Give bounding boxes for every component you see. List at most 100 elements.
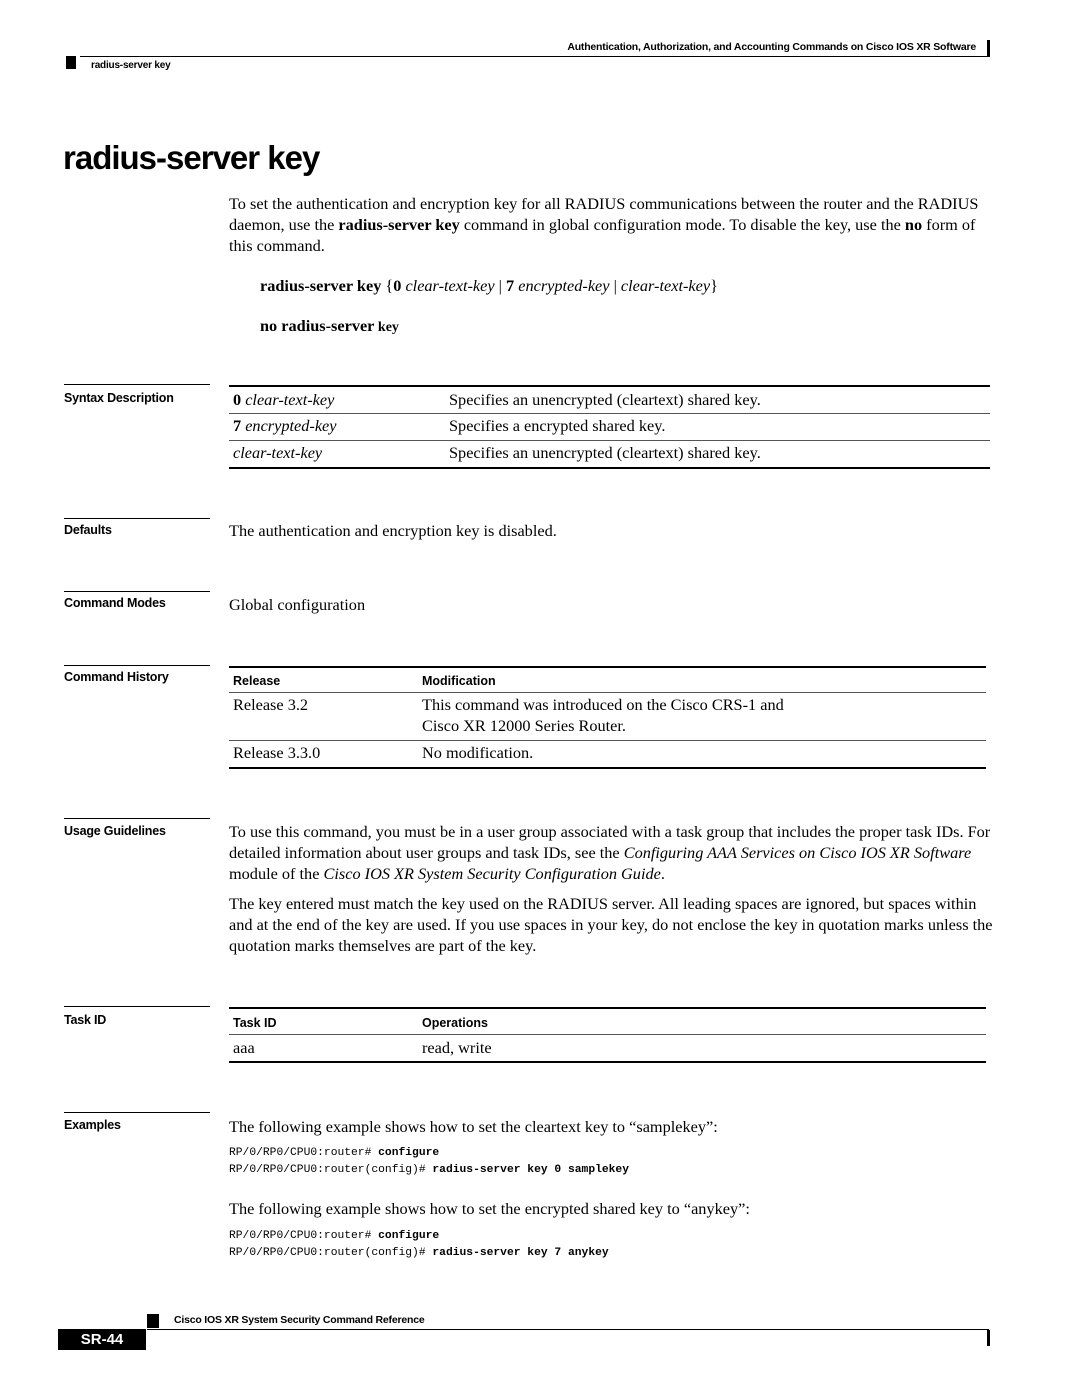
release-cell: Release 3.2 [233,695,309,714]
running-header-section: radius-server key [91,60,171,71]
header-bar-decoration [987,40,990,57]
usage-paragraph-2: The key entered must match the key used … [229,894,993,955]
syntax-argument: clear-text-key [401,276,495,295]
syntax-brace: } [710,276,718,295]
modification-cell: Cisco XR 12000 Series Router. [422,716,626,735]
section-label-command-modes: Command Modes [64,596,166,610]
task-id-table: Task ID Operations aaa read, write [229,1007,986,1063]
table-rule [229,767,986,769]
argument: clear-text-key [241,390,335,409]
cli-prompt: RP/0/RP0/CPU0:router# [229,1147,379,1159]
cli-prompt: RP/0/RP0/CPU0:router# [229,1230,379,1242]
section-label-task-id: Task ID [64,1013,107,1027]
footer-book-title: Cisco IOS XR System Security Command Ref… [174,1314,425,1326]
cli-command: radius-server key 7 anykey [432,1247,609,1259]
syntax-argument: encrypted-key [514,276,610,295]
section-rule [64,591,210,592]
release-cell: Release 3.3.0 [233,743,321,762]
intro-no-keyword: no [904,215,923,234]
table-rule [229,440,990,441]
section-rule [64,818,210,819]
usage-text: module of the [229,864,324,883]
section-rule [64,1112,210,1113]
footer-rule [147,1329,989,1330]
section-label-syntax-description: Syntax Description [64,391,174,405]
syntax-command: radius-server key [260,276,382,295]
description-cell: Specifies an unencrypted (cleartext) sha… [449,390,761,409]
command-history-table: Release Modification Release 3.2 This co… [229,666,986,770]
section-label-usage-guidelines: Usage Guidelines [64,824,166,838]
table-rule [229,1061,986,1063]
description-cell: Specifies a encrypted shared key. [449,416,666,435]
intro-text: command in global configuration mode. To… [459,215,905,234]
cli-command: configure [378,1230,440,1242]
section-rule [64,518,210,519]
code-line: RP/0/RP0/CPU0:router(config)# radius-ser… [229,1247,609,1259]
table-rule [229,385,990,387]
section-label-defaults: Defaults [64,523,112,537]
column-header-modification: Modification [422,674,496,688]
syntax-description-table: 0 clear-text-key Specifies an unencrypte… [229,385,990,470]
usage-text: . [660,864,665,883]
modification-cell: This command was introduced on the Cisco… [422,695,784,714]
section-label-examples: Examples [64,1118,121,1132]
cli-command: configure [378,1147,440,1159]
argument: encrypted-key [241,416,337,435]
table-rule [229,413,990,414]
syntax-separator: | [609,276,621,295]
syntax-cell: 7 encrypted-key [233,415,337,436]
code-line: RP/0/RP0/CPU0:router# configure [229,1230,439,1242]
table-rule [229,740,986,741]
column-header-release: Release [233,674,281,688]
operations-cell: read, write [422,1038,492,1057]
syntax-command: no radius-server [260,316,375,335]
keyword: 0 [233,390,242,409]
running-header-chapter: Authentication, Authorization, and Accou… [567,41,976,53]
usage-paragraph-1: To use this command, you must be in a us… [229,821,994,884]
section-rule [64,665,210,666]
defaults-text: The authentication and encryption key is… [229,521,557,540]
table-rule [229,1007,986,1009]
syntax-keyword: 7 [506,276,515,295]
section-rule [64,1006,210,1007]
cli-command: radius-server key 0 samplekey [432,1164,629,1176]
argument: clear-text-key [233,443,323,462]
modification-cell: No modification. [422,743,534,762]
code-line: RP/0/RP0/CPU0:router(config)# radius-ser… [229,1164,629,1176]
table-rule [229,467,990,469]
column-header-task-id: Task ID [233,1016,277,1030]
section-rule [64,384,210,385]
doc-reference: Cisco IOS XR System Security Configurati… [323,864,661,883]
table-rule [229,666,986,668]
table-rule [229,692,986,693]
task-id-cell: aaa [233,1038,255,1057]
header-rule [80,56,987,57]
header-square-decoration [66,56,76,69]
command-syntax-no-form: no radius-server key [260,316,399,336]
doc-reference: Configuring AAA Services on Cisco IOS XR… [623,843,972,862]
description-cell: Specifies an unencrypted (cleartext) sha… [449,443,761,462]
command-syntax: radius-server key {0 clear-text-key | 7 … [260,276,718,296]
code-line: RP/0/RP0/CPU0:router# configure [229,1147,439,1159]
cli-prompt: RP/0/RP0/CPU0:router(config)# [229,1247,433,1259]
syntax-cell: 0 clear-text-key [233,389,334,410]
footer-square-decoration [147,1314,159,1328]
table-rule [229,1034,986,1035]
example-intro-1: The following example shows how to set t… [229,1117,718,1136]
syntax-cell: clear-text-key [233,442,322,463]
intro-command: radius-server key [338,215,460,234]
example-intro-2: The following example shows how to set t… [229,1199,750,1218]
syntax-argument: clear-text-key [620,276,711,295]
syntax-key: key [374,320,399,335]
intro-paragraph: To set the authentication and encryption… [229,193,994,256]
footer-bar-decoration [987,1330,990,1346]
cli-prompt: RP/0/RP0/CPU0:router(config)# [229,1164,433,1176]
keyword: 7 [233,416,242,435]
page-title: radius-server key [63,139,320,176]
syntax-brace: { [381,276,394,295]
page-number: SR-44 [58,1329,146,1350]
syntax-separator: | [494,276,507,295]
section-label-command-history: Command History [64,670,169,684]
column-header-operations: Operations [422,1016,488,1030]
command-modes-text: Global configuration [229,595,366,614]
